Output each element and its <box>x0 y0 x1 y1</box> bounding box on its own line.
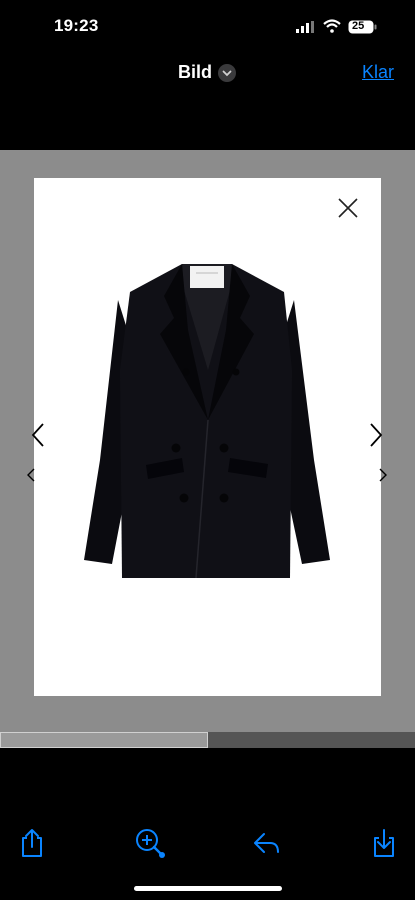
blazer-image <box>84 264 330 579</box>
cellular-signal-icon <box>296 21 314 33</box>
nav-title[interactable]: Bild <box>178 62 212 83</box>
battery-level: 25 <box>352 20 365 32</box>
share-icon[interactable] <box>18 828 46 858</box>
title-menu-button[interactable] <box>218 64 236 82</box>
horizontal-scrollbar[interactable] <box>0 732 415 748</box>
next-small-arrow-icon <box>379 468 387 482</box>
zoom-icon[interactable] <box>134 828 166 858</box>
status-bar: 19:23 25 <box>0 0 415 52</box>
status-time: 19:23 <box>54 16 99 35</box>
reply-icon[interactable] <box>252 828 280 858</box>
image-viewer[interactable] <box>0 150 415 748</box>
close-icon[interactable] <box>336 196 360 220</box>
previous-arrow-icon[interactable] <box>30 422 46 448</box>
home-indicator[interactable] <box>134 886 282 891</box>
next-arrow-icon[interactable] <box>368 422 384 448</box>
save-icon[interactable] <box>370 828 398 858</box>
previous-small-arrow-icon <box>27 468 35 482</box>
wifi-icon <box>323 19 341 33</box>
chevron-down-icon <box>222 70 232 77</box>
battery-icon: 25 <box>348 20 378 34</box>
product-image-panel <box>34 178 381 696</box>
done-button[interactable]: Klar <box>362 62 394 83</box>
scrollbar-thumb[interactable] <box>0 732 208 748</box>
